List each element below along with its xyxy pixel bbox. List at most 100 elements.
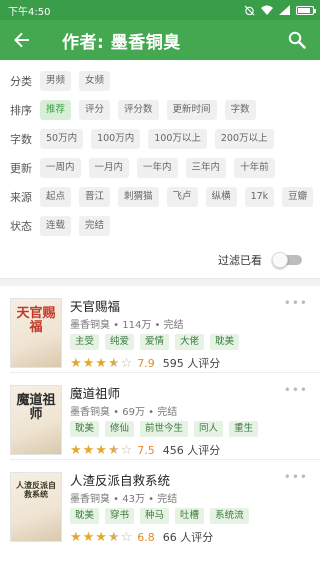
book-tag[interactable]: 前世今生: [140, 421, 189, 437]
filter-chip[interactable]: 100万以上: [148, 128, 207, 149]
book-title[interactable]: 天官赐福: [70, 296, 310, 314]
filter-chip[interactable]: 男频: [40, 70, 72, 91]
star-rating-icon: ★★★★☆: [70, 529, 134, 545]
book-tags: 耽美 修仙 前世今生 同人 重生: [70, 421, 310, 437]
filter-panel: 分类 男频 女频 排序 推荐 评分 评分数 更新时间 字数 字数 50万内 100万内 100万以上 20…: [0, 60, 320, 240]
filter-chip[interactable]: 纵横: [205, 186, 237, 207]
filter-chip[interactable]: 十年前: [234, 157, 275, 178]
filter-read-toggle-row: 过滤已看: [0, 242, 320, 278]
book-rater-count: 456 人评分: [162, 444, 221, 457]
filter-row: 来源 起点 晋江 刺猬猫 飞卢 纵横 17k 豆瓣: [10, 182, 320, 211]
filter-chip[interactable]: 起点: [40, 186, 72, 207]
book-tags: 主受 纯爱 爱情 大佬 耽美: [70, 334, 310, 350]
filter-label: 状态: [10, 219, 32, 233]
book-info: 天官赐福 墨香铜臭 • 114万 • 完结 主受 纯爱 爱情 大佬 耽美 ★★★★☆ 7.9 59…: [70, 294, 310, 371]
status-bar: 下午4:50: [0, 0, 320, 20]
book-info: 人渣反派自救系统 墨香铜臭 • 43万 • 完结 耽美 穿书 种马 吐槽 系统流 ★★★★☆ 6…: [70, 468, 310, 545]
filter-chip[interactable]: 推荐: [40, 99, 72, 120]
filter-row: 更新 一周内 一月内 一年内 三年内 十年前: [10, 153, 320, 182]
book-tag[interactable]: 系统流: [210, 508, 249, 524]
app-toolbar: 作者: 墨香铜臭: [0, 20, 320, 60]
filter-chip[interactable]: 刺猬猫: [118, 186, 159, 207]
book-list-item[interactable]: 天官赐福 天官赐福 墨香铜臭 • 114万 • 完结 主受 纯爱 爱情 大佬 耽美 ★★★★☆ 7…: [0, 286, 320, 372]
filter-chip[interactable]: 完结: [79, 215, 111, 236]
alarm-off-icon: [244, 5, 255, 16]
back-arrow-icon[interactable]: [12, 30, 32, 50]
filter-chip[interactable]: 评分数: [118, 99, 159, 120]
filter-row: 分类 男频 女频: [10, 66, 320, 95]
status-icons: [244, 5, 316, 16]
filter-label: 字数: [10, 132, 32, 146]
book-tag[interactable]: 同人: [194, 421, 224, 437]
book-tags: 耽美 穿书 种马 吐槽 系统流: [70, 508, 310, 524]
filter-chip[interactable]: 飞卢: [166, 186, 198, 207]
filter-chip[interactable]: 豆瓣: [282, 186, 314, 207]
more-options-icon[interactable]: •••: [284, 470, 308, 484]
book-score: 7.5: [137, 443, 155, 457]
filter-label: 来源: [10, 190, 32, 204]
book-tag[interactable]: 吐槽: [175, 508, 205, 524]
filter-chip[interactable]: 一周内: [40, 157, 81, 178]
book-tag[interactable]: 爱情: [140, 334, 170, 350]
star-rating-icon: ★★★★☆: [70, 442, 134, 458]
signal-icon: [279, 5, 290, 15]
book-list-item[interactable]: 人渣反派自救系统 人渣反派自救系统墨香铜臭 • 43万 • 完结耽美 穿书 种马 吐槽系…: [0, 460, 320, 546]
battery-icon: [296, 5, 316, 15]
divider: [0, 278, 320, 286]
filter-label: 更新: [10, 161, 32, 175]
book-tag[interactable]: 主受: [70, 334, 100, 350]
book-meta: 墨香铜臭 • 69万 • 完结: [70, 407, 178, 418]
book-tag[interactable]: 大佬: [175, 334, 205, 350]
filter-read-switch[interactable]: [272, 252, 302, 268]
book-tag[interactable]: 纯爱: [105, 334, 135, 350]
page-title: 作者: 墨香铜臭: [62, 32, 181, 53]
book-title[interactable]: 人渣反派自救系统: [70, 470, 310, 488]
book-info: 魔道祖师墨香铜臭 • 69万 • 完结耽美 修仙 前世今生 同人 重生 ★★★★☆ 7.5 4…: [70, 381, 310, 458]
book-tag[interactable]: 修仙: [105, 421, 135, 437]
star-rating-icon: ★★★★☆: [70, 355, 134, 371]
filter-row: 状态 连载 完结: [10, 211, 320, 240]
filter-chip[interactable]: 字数: [224, 99, 256, 120]
book-meta: 墨香铜臭 • 43万 • 完结: [70, 494, 178, 505]
book-tag[interactable]: 重生: [229, 421, 259, 437]
book-title[interactable]: 魔道祖师: [70, 383, 310, 401]
filter-row: 排序 推荐 评分 评分数 更新时间 字数: [10, 95, 320, 124]
filter-chip[interactable]: 50万内: [40, 128, 84, 149]
toggle-label: 过滤已看: [218, 254, 262, 267]
book-tag[interactable]: 穿书: [105, 508, 135, 524]
filter-chip[interactable]: 女频: [79, 70, 111, 91]
filter-chip[interactable]: 晋江: [79, 186, 111, 207]
book-rater-count: 66 人评分: [162, 531, 214, 544]
filter-row: 字数 50万内 100万内 100万以上 200万以上: [10, 124, 320, 153]
filter-chip[interactable]: 17k: [244, 186, 275, 207]
filter-label: 排序: [10, 103, 32, 117]
book-tag[interactable]: 耽美: [210, 334, 240, 350]
filter-chip[interactable]: 一年内: [137, 157, 178, 178]
book-cover: 天官赐福: [10, 298, 62, 368]
filter-chip[interactable]: 更新时间: [166, 99, 217, 120]
book-cover-title: 人渣反派自救系统: [16, 480, 56, 499]
filter-chip[interactable]: 评分: [79, 99, 111, 120]
filter-chip[interactable]: 连载: [40, 215, 72, 236]
wifi-icon: [261, 5, 273, 15]
book-tag[interactable]: 耽美: [70, 421, 100, 437]
book-cover-title: 天官赐福: [16, 306, 56, 336]
book-list: 天官赐福 天官赐福 墨香铜臭 • 114万 • 完结 主受 纯爱 爱情 大佬 耽美 ★★★★☆ 7…: [0, 286, 320, 546]
filter-chip[interactable]: 200万以上: [214, 128, 274, 149]
more-options-icon[interactable]: •••: [284, 296, 308, 310]
book-cover: 魔道祖师: [10, 385, 62, 455]
book-score: 6.8: [137, 530, 155, 544]
filter-chip[interactable]: 三年内: [185, 157, 227, 178]
book-tag[interactable]: 耽美: [70, 508, 100, 524]
search-icon[interactable]: [286, 29, 308, 51]
book-rater-count: 595 人评分: [162, 357, 221, 370]
more-options-icon[interactable]: •••: [284, 383, 308, 397]
filter-label: 分类: [10, 74, 32, 88]
book-rating: ★★★★☆ 7.5 456 人评分: [70, 442, 310, 458]
book-cover: 人渣反派自救系统: [10, 472, 62, 542]
book-list-item[interactable]: 魔道祖师 魔道祖师 墨香铜臭 • 69万 • 完结 耽美 修仙 前世今生 同人 重生 ★★★★☆…: [0, 373, 320, 459]
book-cover-title: 魔道祖师: [16, 393, 56, 423]
filter-chip[interactable]: 一月内: [88, 157, 130, 178]
filter-chip[interactable]: 100万内: [91, 128, 141, 149]
book-tag[interactable]: 种马: [140, 508, 170, 524]
